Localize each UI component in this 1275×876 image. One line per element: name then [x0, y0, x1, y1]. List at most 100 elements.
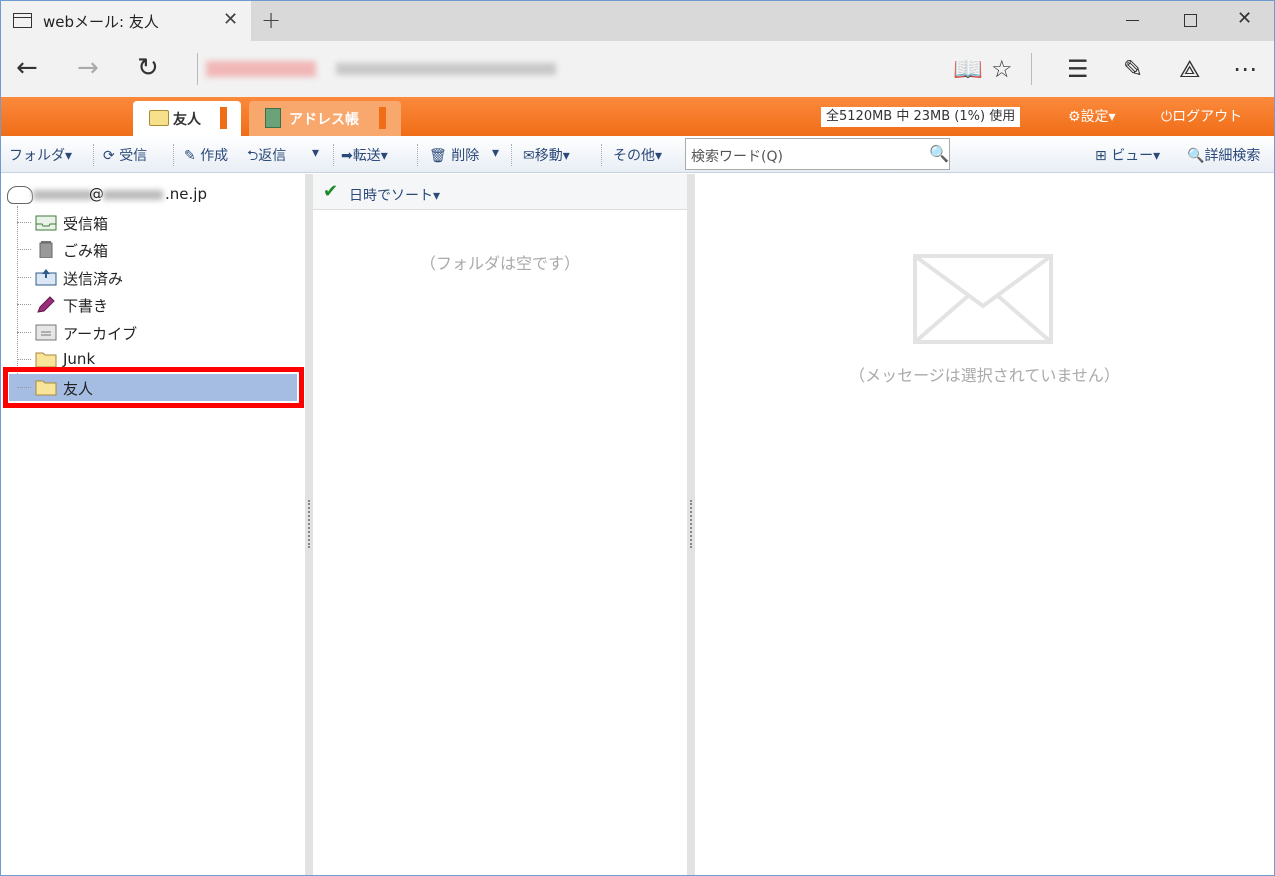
divider: [197, 53, 198, 85]
settings-button[interactable]: ⚙設定▾: [1068, 106, 1116, 126]
folder-menu-button[interactable]: フォルダ▾: [9, 145, 72, 165]
divider: [601, 144, 602, 166]
reply-label: 返信: [258, 148, 287, 164]
envelope-move-icon: ✉: [523, 148, 535, 164]
divider: [417, 144, 418, 166]
new-tab-icon[interactable]: +: [261, 6, 281, 34]
pencil-icon: ✎: [184, 148, 196, 164]
archive-icon: [35, 324, 57, 341]
reply-dropdown[interactable]: ▾: [312, 145, 319, 161]
logout-label: ログアウト: [1172, 109, 1243, 125]
more-icon[interactable]: ⋯: [1233, 55, 1257, 83]
power-icon: ⏻: [1161, 109, 1173, 125]
message-list-pane: ✔ 日時でソート▾ （フォルダは空です）: [313, 174, 687, 875]
account-cloud-icon: [7, 186, 33, 204]
page-icon: [13, 13, 32, 28]
pane-splitter[interactable]: [687, 174, 695, 875]
grid-icon: ⊞: [1095, 148, 1107, 164]
compose-label: 作成: [200, 148, 229, 164]
folder-item-trash[interactable]: ごみ箱: [17, 236, 297, 262]
divider: [93, 144, 94, 166]
account-at: @: [89, 185, 104, 203]
empty-folder-text: （フォルダは空です）: [419, 254, 580, 273]
tab-address-book[interactable]: アドレス帳: [249, 101, 401, 136]
forward-arrow-icon[interactable]: →: [77, 53, 99, 83]
receive-label: 受信: [119, 148, 148, 164]
delete-dropdown[interactable]: ▾: [492, 145, 499, 161]
reply-arrow-icon: ⮌: [247, 148, 259, 164]
advanced-search-button[interactable]: 🔍詳細検索: [1187, 145, 1260, 165]
divider: [511, 144, 512, 166]
other-menu-button[interactable]: その他▾: [613, 145, 662, 165]
divider: [333, 144, 334, 166]
gear-icon: ⚙: [1068, 109, 1081, 125]
folder-label: 受信箱: [63, 215, 109, 233]
highlight-box: [3, 367, 304, 408]
web-note-icon[interactable]: ✎: [1123, 55, 1143, 83]
delete-button[interactable]: 🗑 削除: [429, 145, 479, 165]
logout-button[interactable]: ⏻ログアウト: [1161, 106, 1242, 126]
search-icon[interactable]: 🔍: [929, 144, 949, 163]
folder-item-drafts[interactable]: 下書き: [17, 291, 297, 317]
reply-button[interactable]: ⮌返信: [247, 145, 286, 169]
delete-label: 削除: [451, 148, 480, 164]
address-bar: ← → ↻ 📖 ☆ ☰ ✎ ⟁ ⋯: [1, 41, 1274, 97]
trash-icon: 🗑: [429, 148, 447, 164]
sort-bar[interactable]: ✔ 日時でソート▾: [313, 174, 687, 210]
no-message-text: （メッセージは選択されていません）: [849, 366, 1120, 385]
tab-close-icon[interactable]: ✕: [223, 9, 238, 30]
tab-friends[interactable]: 友人: [133, 101, 241, 136]
trash-icon: [39, 241, 53, 258]
folder-icon: [35, 352, 57, 368]
check-icon: ✔: [323, 181, 339, 202]
folder-item-archive[interactable]: アーカイブ: [17, 319, 297, 345]
folder-item-sent[interactable]: 送信済み: [17, 264, 297, 290]
pane-splitter[interactable]: [305, 174, 313, 875]
forward-label: 転送▾: [352, 148, 388, 164]
title-bar: webメール: 友人 ✕ + ✕: [1, 1, 1274, 41]
close-window-icon[interactable]: ✕: [1237, 9, 1257, 29]
search-input[interactable]: 検索ワード(Q): [685, 138, 950, 170]
move-button[interactable]: ✉移動▾: [523, 145, 570, 165]
folder-pane: @ .ne.jp 受信箱 ごみ箱 送信済み 下書き アーカイブ Junk 友人: [1, 174, 305, 875]
magnifier-icon: 🔍: [1187, 148, 1205, 164]
folder-icon: [149, 110, 169, 126]
quota-usage: 全5120MB 中 23MB (1%) 使用: [821, 107, 1021, 127]
share-icon[interactable]: ⟁: [1179, 55, 1200, 83]
account-user-blurred: [33, 190, 93, 200]
folder-label: 下書き: [63, 297, 109, 315]
forward-arrow-icon: ➡: [341, 148, 353, 164]
browser-tab[interactable]: webメール: 友人 ✕: [1, 1, 251, 41]
back-arrow-icon[interactable]: ←: [16, 53, 38, 83]
reading-view-icon[interactable]: 📖: [953, 55, 983, 83]
maximize-button[interactable]: [1181, 9, 1201, 29]
envelope-icon: [913, 254, 1053, 344]
folder-label: ごみ箱: [63, 242, 109, 260]
folder-label: アーカイブ: [63, 325, 138, 343]
tab-address-label: アドレス帳: [289, 112, 359, 128]
favorite-star-icon[interactable]: ☆: [991, 55, 1013, 83]
receive-button[interactable]: ⟳ 受信: [103, 145, 147, 165]
folder-item-inbox[interactable]: 受信箱: [17, 209, 297, 235]
address-book-icon: [265, 108, 281, 128]
account-domain-blurred: [103, 190, 163, 200]
forward-button[interactable]: ➡転送▾: [341, 145, 388, 165]
tab-marker: [220, 107, 227, 129]
minimize-button[interactable]: [1123, 9, 1143, 29]
url-field[interactable]: [206, 61, 556, 77]
hub-icon[interactable]: ☰: [1067, 55, 1089, 83]
sent-icon: [35, 269, 57, 286]
view-label: ビュー▾: [1111, 148, 1161, 164]
divider: [173, 144, 174, 166]
mail-toolbar: フォルダ▾ ⟳ 受信 ✎ 作成 ⮌返信 ▾ ➡転送▾ 🗑 削除 ▾ ✉移動▾ そ…: [1, 136, 1274, 173]
compose-button[interactable]: ✎ 作成: [184, 145, 228, 165]
sort-dropdown[interactable]: 日時でソート▾: [349, 185, 440, 205]
view-button[interactable]: ⊞ ビュー▾: [1095, 145, 1160, 165]
move-label: 移動▾: [534, 148, 570, 164]
account-domain: .ne.jp: [165, 185, 207, 203]
sync-icon: ⟳: [103, 148, 115, 164]
tab-title: webメール: 友人: [43, 13, 159, 31]
inbox-icon: [35, 215, 57, 231]
refresh-icon[interactable]: ↻: [137, 53, 159, 83]
preview-pane: （メッセージは選択されていません）: [695, 174, 1274, 875]
